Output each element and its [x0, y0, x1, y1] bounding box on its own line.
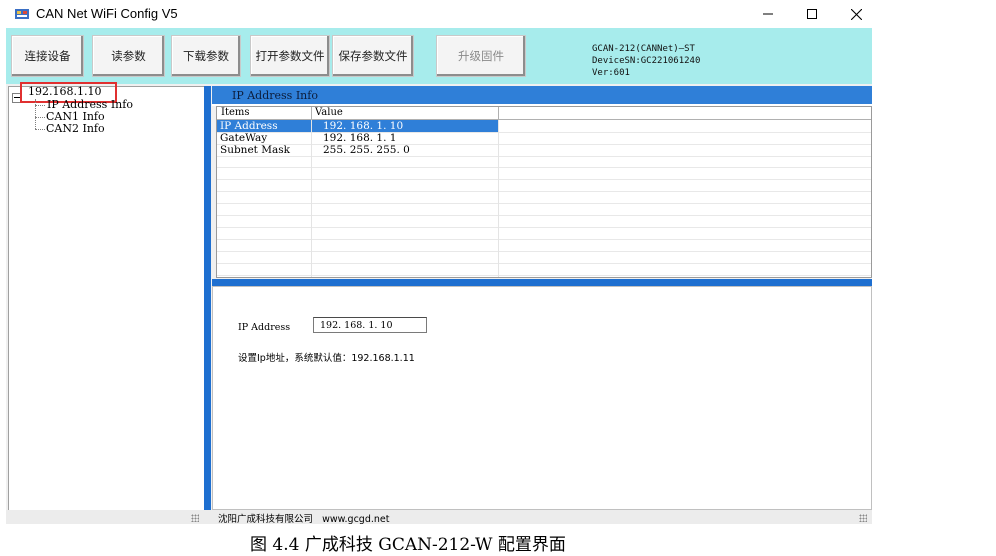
upgrade-firmware-button[interactable]: 升级固件 — [436, 35, 526, 77]
ip-address-input[interactable]: 192. 168. 1. 10 — [313, 317, 427, 333]
title-bar: CAN Net WiFi Config V5 — [6, 0, 872, 28]
minimize-icon — [763, 13, 773, 15]
row-value: 255. 255. 255. 0 — [323, 144, 410, 156]
ip-hint-text: 设置Ip地址，系统默认值：192.168.1.11 — [238, 353, 415, 364]
device-serial: DeviceSN:GC221061240 — [592, 56, 701, 66]
grid-lines — [217, 156, 871, 277]
read-params-button[interactable]: 读参数 — [92, 35, 165, 77]
grid-header: Items Value — [217, 107, 871, 120]
column-header-value[interactable]: Value — [315, 107, 495, 119]
column-line — [498, 120, 499, 277]
column-divider — [498, 107, 499, 119]
resize-grip-icon[interactable] — [859, 514, 867, 522]
row-value: 192. 168. 1. 10 — [311, 120, 499, 132]
device-model: GCAN-212(CANNet)—ST — [592, 44, 695, 54]
column-divider — [311, 107, 312, 119]
status-text: 沈阳广成科技有限公司 www.gcgd.net — [218, 511, 389, 525]
device-info: GCAN-212(CANNet)—ST DeviceSN:GC221061240… — [592, 43, 700, 79]
group-title: IP Address Info — [232, 89, 318, 102]
ip-address-label: IP Address — [238, 322, 291, 333]
close-button[interactable] — [834, 0, 878, 28]
tree-root-ip[interactable]: 192.168.1.10 — [28, 85, 101, 98]
connect-device-button[interactable]: 连接设备 — [11, 35, 84, 77]
download-params-button[interactable]: 下载参数 — [171, 35, 241, 77]
tree-connector — [35, 99, 36, 129]
device-tree: 192.168.1.10 IP Address Info CAN1 Info C… — [8, 82, 206, 512]
save-param-file-button[interactable]: 保存参数文件 — [332, 35, 414, 77]
window-title: CAN Net WiFi Config V5 — [36, 6, 178, 21]
tree-connector — [35, 117, 45, 118]
status-bar-left — [8, 510, 204, 524]
row-item: Subnet Mask — [220, 144, 290, 156]
params-grid: Items Value IP Address 192. 168. 1. 10 G… — [216, 106, 872, 278]
column-header-items[interactable]: Items — [221, 107, 311, 119]
company-website: www.gcgd.net — [322, 514, 390, 525]
open-param-file-button[interactable]: 打开参数文件 — [250, 35, 330, 77]
row-value: 192. 168. 1. 1 — [323, 132, 397, 144]
param-editor: IP Address 192. 168. 1. 10 设置Ip地址，系统默认值：… — [212, 286, 872, 510]
app-window: CAN Net WiFi Config V5 连接设备 读参数 下载参数 打开参… — [6, 0, 872, 525]
tree-connector — [35, 105, 45, 106]
group-header: IP Address Info — [212, 86, 872, 106]
row-item: IP Address — [217, 120, 311, 132]
row-item: GateWay — [220, 132, 268, 144]
column-line — [311, 120, 312, 277]
status-bar: 沈阳广成科技有限公司 www.gcgd.net — [6, 510, 872, 525]
vertical-splitter[interactable] — [204, 86, 211, 510]
minimize-button[interactable] — [746, 0, 790, 28]
close-icon — [850, 8, 862, 20]
device-version: Ver:601 — [592, 68, 630, 78]
maximize-button[interactable] — [790, 0, 834, 28]
figure-caption: 图 4.4 广成科技 GCAN-212-W 配置界面 — [250, 535, 566, 555]
company-name: 沈阳广成科技有限公司 — [218, 514, 314, 525]
toolbar: 连接设备 读参数 下载参数 打开参数文件 保存参数文件 升级固件 GCAN-21… — [6, 28, 872, 84]
app-icon — [15, 9, 29, 19]
maximize-icon — [807, 9, 817, 19]
resize-grip-icon — [191, 514, 199, 522]
ip-info-panel: IP Address Info Items Value IP Address 1… — [212, 86, 872, 282]
horizontal-splitter[interactable] — [212, 279, 872, 286]
tree-item-can2-info[interactable]: CAN2 Info — [46, 122, 105, 135]
tree-connector — [35, 129, 45, 130]
